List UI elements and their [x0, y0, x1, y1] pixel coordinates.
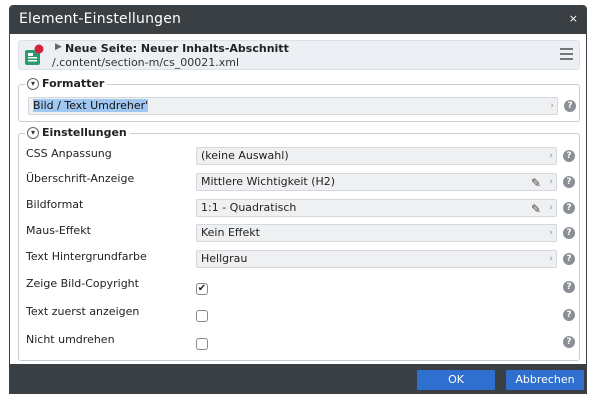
heading-select[interactable]: Mittlere Wichtigkeit (H2) ✎ › [196, 173, 557, 191]
ok-button[interactable]: OK [417, 370, 495, 390]
settings-fieldset: ▾ Einstellungen [18, 125, 580, 361]
formatter-legend[interactable]: ▾ Formatter [25, 76, 108, 92]
dialog-body: ▶ Neue Seite: Neuer Inhalts-Abschnitt /.… [10, 34, 586, 364]
text-background-select-value: Hellgrau [201, 252, 248, 265]
mouse-effect-select-value: Kein Effekt [201, 226, 260, 239]
cancel-button[interactable]: Abbrechen [506, 370, 584, 390]
help-icon[interactable]: ? [564, 100, 576, 112]
dialog-footer: OK Abbrechen [10, 364, 586, 393]
content-element-icon [25, 44, 44, 65]
chevron-right-icon: › [549, 151, 553, 161]
field-label-heading: Überschrift-Anzeige [26, 172, 135, 185]
element-settings-dialog: Element-Einstellungen × ▶ Neue Seite: Ne… [9, 5, 587, 394]
image-format-select-value: 1:1 - Quadratisch [201, 201, 297, 214]
help-icon[interactable]: ? [563, 176, 575, 188]
heading-select-value: Mittlere Wichtigkeit (H2) [201, 175, 336, 188]
hamburger-menu-icon[interactable] [560, 48, 573, 61]
help-icon[interactable]: ? [563, 150, 575, 162]
help-icon[interactable]: ? [563, 336, 575, 348]
formatter-select-value: Bild / Text Umdreher' [33, 99, 149, 112]
help-icon[interactable]: ? [563, 309, 575, 321]
resource-info-box: ▶ Neue Seite: Neuer Inhalts-Abschnitt /.… [18, 40, 580, 70]
help-icon[interactable]: ? [563, 227, 575, 239]
expand-arrow-icon[interactable]: ▶ [55, 42, 62, 52]
chevron-right-icon: › [549, 177, 553, 187]
settings-legend[interactable]: ▾ Einstellungen [25, 125, 130, 141]
pencil-icon[interactable]: ✎ [531, 175, 541, 191]
dialog-title: Element-Einstellungen [19, 11, 182, 27]
css-select[interactable]: (keine Auswahl) › [196, 147, 557, 165]
resource-title: Neue Seite: Neuer Inhalts-Abschnitt [65, 42, 289, 55]
field-label-show-copyright: Zeige Bild-Copyright [26, 277, 139, 290]
close-icon[interactable]: × [569, 12, 578, 25]
help-icon[interactable]: ? [563, 202, 575, 214]
mouse-effect-select[interactable]: Kein Effekt › [196, 224, 557, 242]
settings-legend-label: Einstellungen [42, 126, 127, 139]
collapse-toggle-icon[interactable]: ▾ [27, 127, 39, 139]
formatter-legend-label: Formatter [42, 77, 105, 90]
show-copyright-checkbox[interactable]: ✔ [196, 283, 208, 295]
help-icon[interactable]: ? [563, 253, 575, 265]
pencil-icon[interactable]: ✎ [531, 201, 541, 217]
text-first-checkbox[interactable] [196, 310, 208, 322]
formatter-fieldset: ▾ Formatter Bild / Text Umdreher' › ? [18, 76, 580, 122]
help-icon[interactable]: ? [563, 281, 575, 293]
chevron-right-icon: › [549, 254, 553, 264]
chevron-right-icon: › [549, 228, 553, 238]
field-label-no-flip: Nicht umdrehen [26, 333, 115, 346]
image-format-select[interactable]: 1:1 - Quadratisch ✎ › [196, 199, 557, 217]
field-label-text-first: Text zuerst anzeigen [26, 305, 140, 318]
text-background-select[interactable]: Hellgrau › [196, 250, 557, 268]
chevron-right-icon: › [549, 203, 553, 213]
collapse-toggle-icon[interactable]: ▾ [27, 78, 39, 90]
formatter-select[interactable]: Bild / Text Umdreher' › [28, 97, 558, 115]
field-label-image-format: Bildformat [26, 198, 84, 211]
css-select-value: (keine Auswahl) [201, 149, 289, 162]
no-flip-checkbox[interactable] [196, 338, 208, 350]
field-label-css: CSS Anpassung [26, 147, 112, 160]
resource-path: /.content/section-m/cs_00021.xml [52, 56, 240, 69]
chevron-right-icon: › [550, 101, 554, 111]
dialog-titlebar[interactable]: Element-Einstellungen × [10, 6, 586, 34]
field-label-mouse-effect: Maus-Effekt [26, 224, 91, 237]
field-label-text-background: Text Hintergrundfarbe [26, 250, 147, 263]
